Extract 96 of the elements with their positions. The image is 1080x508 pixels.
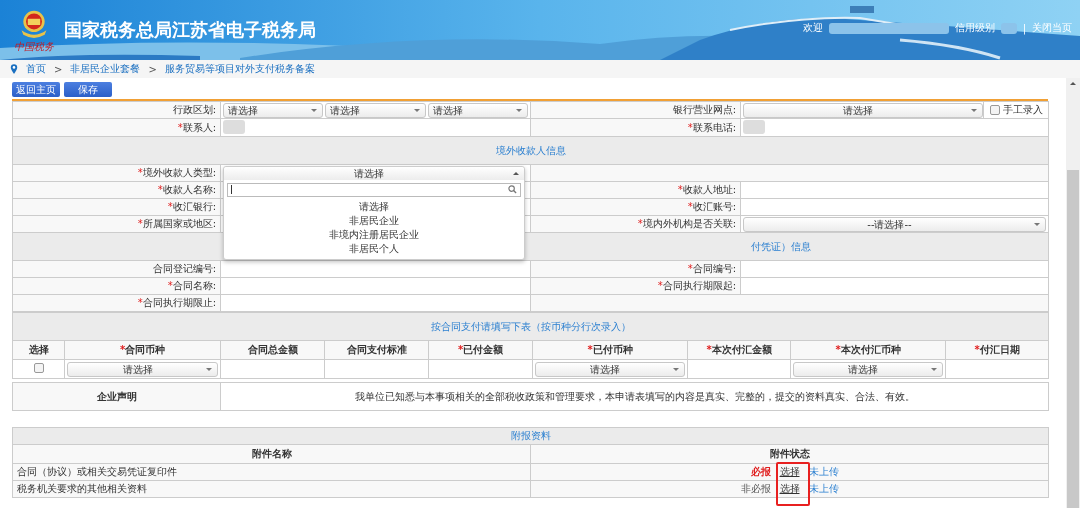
breadcrumb-separator: > (54, 63, 63, 75)
requirement-label: 必报 (749, 465, 771, 479)
field-label: 行政区划: (172, 104, 216, 115)
field-label: 合同执行期限起: (662, 280, 736, 291)
toolbar-button[interactable]: 保存 (64, 82, 112, 97)
field-label: 合同登记编号: (152, 263, 216, 274)
manual-entry-checkbox[interactable]: 手工录入 (983, 102, 1046, 118)
field-label: 合同名称: (172, 280, 216, 291)
field-label: 联系人: (182, 121, 216, 133)
declaration-label: 企业声明 (12, 382, 221, 411)
column-title: 已付币种 (592, 344, 633, 355)
required-mark: * (835, 344, 841, 355)
caret-icon (971, 108, 977, 112)
redacted-block (743, 120, 765, 134)
breadcrumb-link[interactable]: 非居民企业套餐 (70, 62, 141, 76)
required-mark: * (177, 121, 183, 133)
field-label: 境内外机构是否关联: (642, 218, 736, 229)
column-title: 本次付汇金额 (711, 344, 772, 355)
caret-icon (413, 108, 420, 112)
breadcrumb-link[interactable]: 服务贸易等项目对外支付税务备案 (164, 62, 315, 76)
field-label: 合同执行期限止: (142, 297, 216, 308)
field-label: 合同编号: (692, 263, 736, 274)
field-label: 境外收款人类型: (142, 167, 216, 178)
scroll-bar[interactable] (1066, 78, 1080, 508)
caret-icon (206, 367, 212, 371)
required-mark: * (157, 184, 163, 195)
column-title: 付汇日期 (979, 344, 1020, 355)
required-mark: * (687, 121, 693, 133)
select-field[interactable]: --请选择-- (743, 216, 1046, 232)
select-field[interactable]: 请选择 (793, 361, 943, 377)
required-mark: * (974, 344, 980, 355)
breadcrumb-separator: > (148, 63, 157, 75)
search-icon (508, 184, 517, 194)
field-label: 联系电话: (692, 121, 736, 133)
logo-caption: 中国税务 (14, 40, 54, 52)
required-mark: * (587, 344, 593, 355)
dropdown-option[interactable]: 非境内注册居民企业 (224, 227, 524, 242)
search-field[interactable] (227, 182, 521, 197)
choose-link[interactable]: 选择 (774, 465, 805, 479)
required-mark: * (677, 184, 683, 195)
select-field[interactable]: 请选择 (535, 361, 685, 377)
dropdown-option[interactable]: 非居民企业 (224, 213, 524, 228)
required-mark: * (137, 297, 143, 308)
field-label: 所属国家或地区: (142, 218, 216, 229)
column-title: 已付金额 (463, 344, 504, 355)
select-field[interactable]: 请选择 (427, 102, 528, 118)
required-mark: * (167, 201, 173, 212)
field-label: 收汇账号: (692, 201, 736, 212)
separator: | (1022, 22, 1026, 34)
redacted-block (1000, 22, 1017, 34)
dropdown-option[interactable]: 请选择 (224, 199, 524, 214)
upload-status: 未上传 (808, 482, 840, 496)
requirement-label: 非必报 (739, 482, 771, 496)
column-title: 本次付汇币种 (840, 344, 901, 355)
column-title: 合同总金额 (247, 344, 298, 355)
column-title: 选择 (28, 344, 49, 355)
row-checkbox[interactable] (33, 363, 44, 373)
column-title: 合同支付标准 (346, 344, 407, 355)
field-label: 银行营业网点: (672, 104, 736, 115)
required-mark: * (706, 344, 712, 355)
caret-icon (1034, 222, 1040, 226)
required-mark: * (687, 201, 693, 212)
required-mark: * (637, 218, 643, 229)
select-field[interactable]: 请选择 (743, 102, 983, 118)
caret-icon (673, 367, 679, 371)
section-title: 按合同支付请填写下表（按币种分行次录入） (430, 320, 631, 332)
caret-icon (931, 367, 937, 371)
choose-link[interactable]: 选择 (774, 482, 805, 496)
section-title: 付凭证）信息 (750, 239, 811, 254)
required-mark: * (687, 263, 693, 274)
select-field[interactable]: 请选择 (325, 102, 426, 118)
required-mark: * (167, 280, 173, 291)
location-pin-icon (10, 64, 18, 74)
select-field[interactable]: 请选择 (223, 102, 324, 118)
column-title: 合同币种 (125, 344, 166, 355)
upload-status: 未上传 (808, 465, 840, 479)
section-title: 境外收款人信息 (495, 144, 566, 156)
required-mark: * (119, 344, 126, 355)
breadcrumb-link[interactable]: 首页 (26, 62, 46, 76)
required-mark: * (137, 218, 143, 229)
required-mark: * (657, 280, 663, 291)
caret-icon (516, 108, 522, 112)
redacted-block (223, 120, 245, 134)
required-mark: * (457, 344, 464, 355)
field-label: 收款人地址: (682, 184, 736, 195)
field-label: 收款人名称: (162, 184, 216, 195)
declaration-text: 我单位已知悉与本事项相关的全部税收政策和管理要求，本申请表填写的内容是真实、完整的，提交的资料真实、合法、有效。 (220, 382, 1049, 411)
caret-icon (311, 108, 318, 112)
toolbar-button[interactable]: 返回主页 (12, 82, 60, 97)
dropdown-option[interactable]: 非居民个人 (224, 241, 524, 256)
site-title: 国家税务总局江苏省电子税务局 (64, 18, 316, 42)
field-label: 收汇银行: (172, 201, 216, 212)
welcome-text: 欢迎 (802, 21, 823, 35)
section-title: 附报资料 (510, 430, 551, 441)
required-mark: * (137, 167, 143, 178)
select-field[interactable]: 请选择 (67, 361, 218, 377)
